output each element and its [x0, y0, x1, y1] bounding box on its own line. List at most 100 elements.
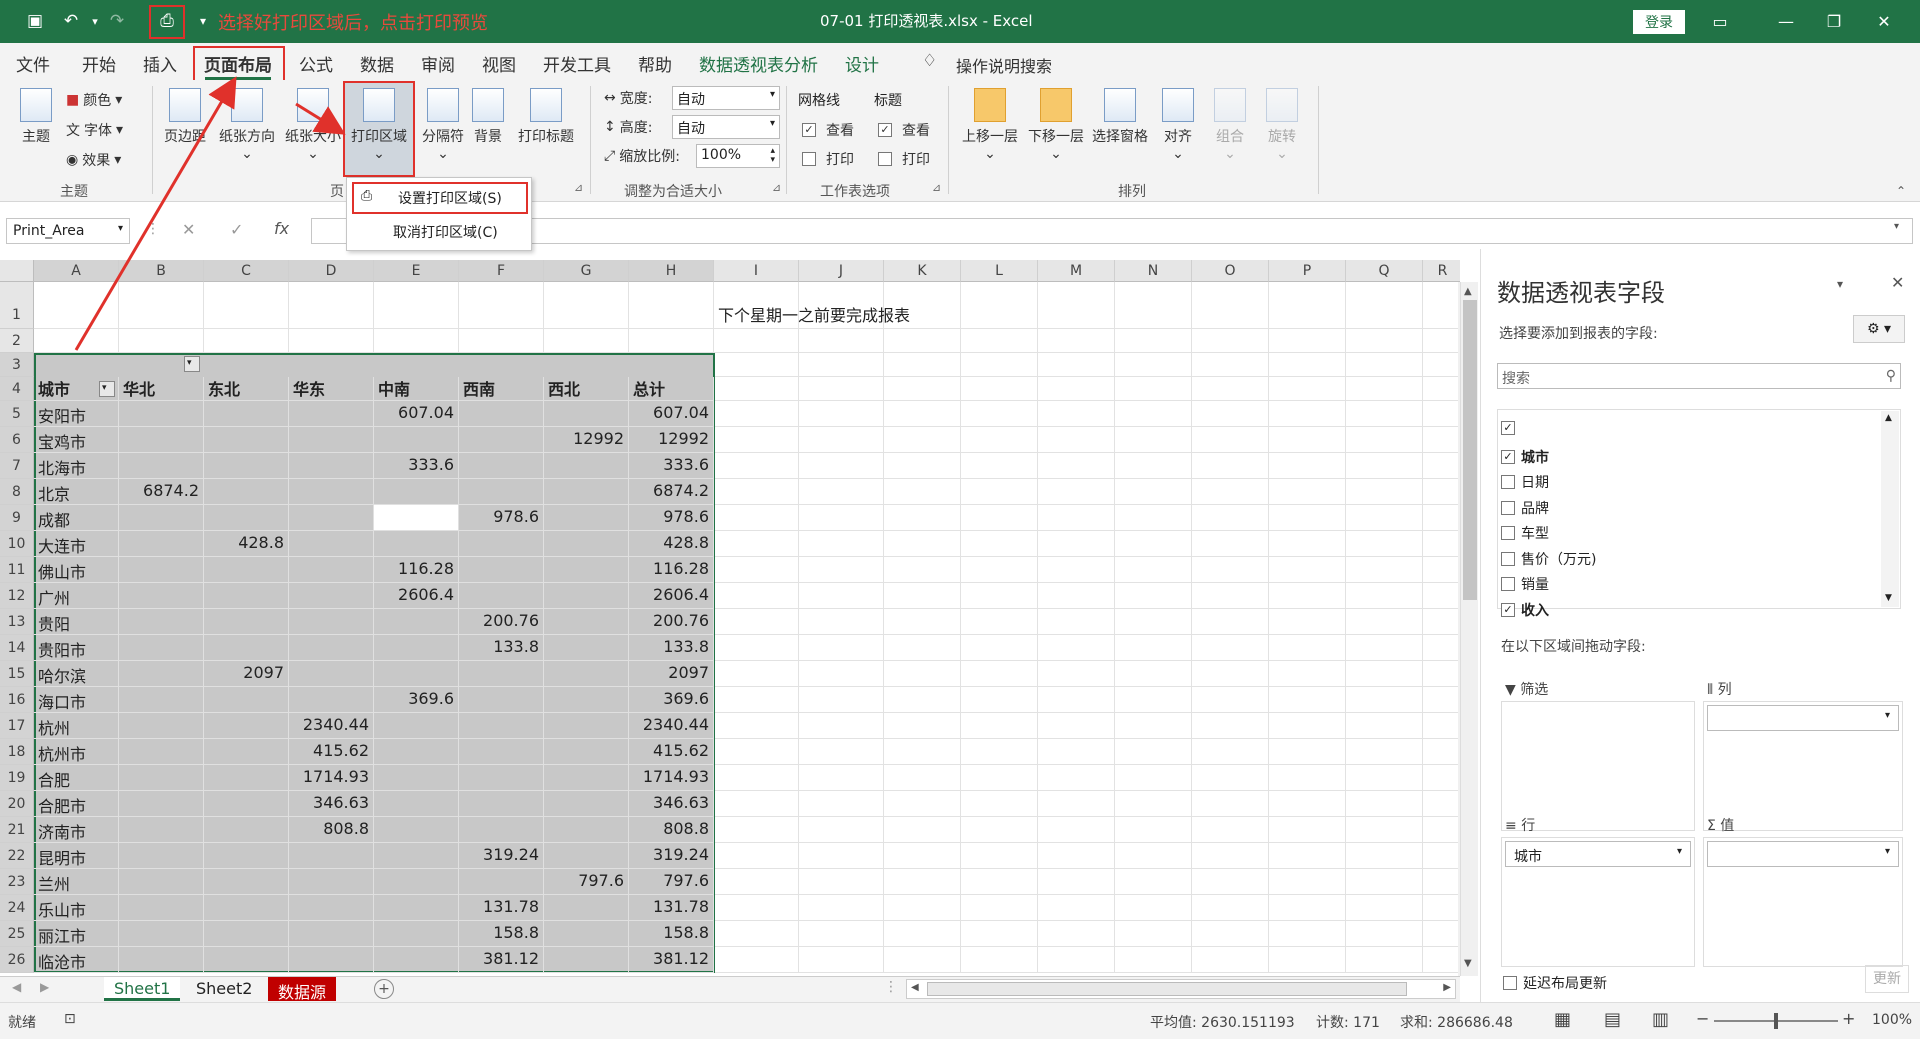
cell[interactable] — [1192, 505, 1269, 531]
pivot-value-cell[interactable] — [459, 687, 544, 713]
cell[interactable] — [1038, 609, 1115, 635]
tab-help[interactable]: 帮助 — [638, 51, 672, 76]
tab-data[interactable]: 数据 — [360, 51, 394, 76]
field-item[interactable]: 日期 — [1501, 472, 1549, 492]
pivot-row-label[interactable]: 济南市 — [34, 817, 119, 843]
column-header[interactable]: A — [34, 260, 119, 282]
cell[interactable] — [714, 329, 799, 353]
cell[interactable] — [1115, 947, 1192, 973]
cell[interactable] — [884, 869, 961, 895]
scroll-up-icon[interactable]: ▲ — [1885, 413, 1892, 423]
cell[interactable] — [799, 401, 884, 427]
pivot-header-cell[interactable]: 西北 — [544, 377, 629, 401]
cell[interactable] — [1192, 377, 1269, 401]
cell[interactable] — [884, 531, 961, 557]
cell[interactable] — [1115, 713, 1192, 739]
pivot-value-cell[interactable] — [289, 505, 374, 531]
cell[interactable] — [1115, 583, 1192, 609]
cell[interactable] — [961, 817, 1038, 843]
cell[interactable] — [714, 531, 799, 557]
row-header[interactable]: 5 — [0, 401, 34, 427]
pivot-value-cell[interactable] — [289, 843, 374, 869]
pivot-value-cell[interactable] — [544, 921, 629, 947]
cell[interactable] — [884, 661, 961, 687]
pivot-value-cell[interactable] — [119, 687, 204, 713]
cell[interactable] — [1115, 531, 1192, 557]
cell[interactable] — [1038, 401, 1115, 427]
cell[interactable] — [1346, 713, 1423, 739]
customize-qat-icon[interactable]: ▾ — [190, 8, 216, 34]
cell[interactable] — [1346, 661, 1423, 687]
cell[interactable] — [961, 557, 1038, 583]
row-header[interactable]: 12 — [0, 583, 34, 609]
row-header[interactable]: 25 — [0, 921, 34, 947]
cell[interactable] — [1115, 557, 1192, 583]
pivot-value-cell[interactable]: 808.8 — [289, 817, 374, 843]
cell[interactable] — [1269, 739, 1346, 765]
cell[interactable] — [289, 329, 374, 353]
cell[interactable] — [1269, 609, 1346, 635]
pivot-value-cell[interactable]: 6874.2 — [629, 479, 714, 505]
cell[interactable] — [1192, 329, 1269, 353]
columns-dropdown[interactable]: ▾ — [1707, 705, 1899, 731]
row-header[interactable]: 11 — [0, 557, 34, 583]
cell[interactable] — [1192, 557, 1269, 583]
headings-view-checkbox[interactable]: ✓ 查看 — [878, 120, 930, 140]
cell[interactable] — [714, 557, 799, 583]
cell[interactable] — [1423, 531, 1460, 557]
row-header[interactable]: 22 — [0, 843, 34, 869]
pivot-header-cell[interactable]: 华东 — [289, 377, 374, 401]
enter-icon[interactable]: ✓ — [230, 220, 243, 239]
themes-button[interactable]: 主题 — [14, 88, 58, 146]
cell[interactable] — [1115, 282, 1192, 329]
pivot-value-cell[interactable] — [119, 505, 204, 531]
row-header[interactable]: 8 — [0, 479, 34, 505]
pivot-value-cell[interactable] — [459, 453, 544, 479]
pivot-value-cell[interactable]: 6874.2 — [119, 479, 204, 505]
scroll-right-icon[interactable]: ▶ — [1443, 982, 1451, 993]
pivot-value-cell[interactable]: 12992 — [629, 427, 714, 453]
redo-icon[interactable]: ↷ — [104, 8, 130, 34]
cell[interactable] — [1346, 583, 1423, 609]
pivot-value-cell[interactable] — [204, 687, 289, 713]
field-item[interactable]: 售价（万元) — [1501, 549, 1596, 569]
note-cell[interactable]: 下个星期一之前要完成报表 — [714, 300, 1014, 326]
field-checkbox[interactable] — [1501, 577, 1515, 591]
cell[interactable] — [884, 609, 961, 635]
select-all-corner[interactable] — [0, 260, 34, 282]
cell[interactable] — [1115, 843, 1192, 869]
pivot-value-cell[interactable] — [204, 817, 289, 843]
cell[interactable] — [1038, 479, 1115, 505]
dialog-launcher-icon[interactable]: ⊿ — [932, 181, 941, 194]
cell[interactable] — [714, 765, 799, 791]
cell[interactable] — [1038, 531, 1115, 557]
cell[interactable] — [1346, 843, 1423, 869]
pivot-header-cell[interactable]: 西南 — [459, 377, 544, 401]
pivot-value-cell[interactable]: 808.8 — [629, 817, 714, 843]
cell[interactable] — [1115, 329, 1192, 353]
pivot-row-label[interactable]: 海口市 — [34, 687, 119, 713]
cell[interactable] — [1423, 329, 1460, 353]
cell[interactable] — [34, 282, 119, 329]
row-header[interactable]: 13 — [0, 609, 34, 635]
row-header[interactable]: 15 — [0, 661, 34, 687]
pivot-value-cell[interactable]: 797.6 — [629, 869, 714, 895]
row-header[interactable]: 20 — [0, 791, 34, 817]
pivot-value-cell[interactable] — [289, 921, 374, 947]
cell[interactable] — [799, 557, 884, 583]
cell[interactable] — [459, 282, 544, 329]
cell[interactable] — [1038, 817, 1115, 843]
cell[interactable] — [1346, 947, 1423, 973]
pivot-row-label[interactable]: 大连市 — [34, 531, 119, 557]
colors-button[interactable]: ■ 颜色 ▾ — [66, 90, 122, 110]
login-button[interactable]: 登录 — [1633, 10, 1685, 34]
cell[interactable] — [1115, 377, 1192, 401]
pivot-value-cell[interactable]: 797.6 — [544, 869, 629, 895]
column-header[interactable]: F — [459, 260, 544, 282]
cell[interactable] — [1269, 765, 1346, 791]
pivot-value-cell[interactable] — [459, 791, 544, 817]
zoom-out-icon[interactable]: − — [1696, 1009, 1709, 1028]
column-header[interactable]: Q — [1346, 260, 1423, 282]
pivot-value-cell[interactable] — [289, 869, 374, 895]
cell[interactable] — [799, 713, 884, 739]
